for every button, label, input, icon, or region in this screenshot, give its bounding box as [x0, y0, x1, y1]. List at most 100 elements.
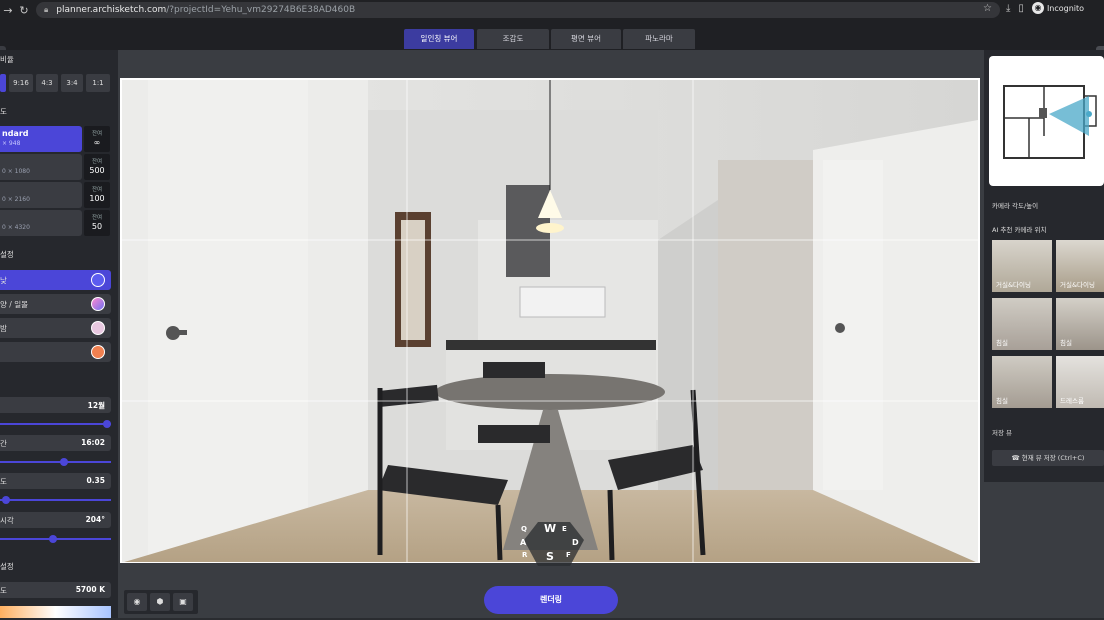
- value-label: 시각: [0, 516, 14, 525]
- light-preset-day[interactable]: 낮: [0, 270, 111, 290]
- light-preset-label: 양 / 일몰: [0, 300, 28, 309]
- camera-thumb-living-2[interactable]: 거실&다이닝: [1056, 240, 1104, 292]
- download-icon[interactable]: ⤓: [1006, 3, 1010, 14]
- thumb-label: 침실: [1060, 339, 1072, 347]
- light-color-swatch: [91, 273, 105, 287]
- ratio-option-3-4[interactable]: 3:4: [61, 74, 83, 92]
- tab-birdseye[interactable]: 조감도: [477, 29, 549, 49]
- light-preset-night[interactable]: 밤: [0, 318, 111, 338]
- key-w[interactable]: W: [544, 522, 556, 535]
- url-path: /?projectId=Yehu_vm29274B6E38AD460B: [166, 5, 356, 15]
- camera-angle-label: 카메라 각도/높이: [992, 202, 1039, 210]
- lighting-section-title: 설정: [0, 250, 14, 259]
- slider-knob[interactable]: [103, 420, 111, 428]
- resolution-standard[interactable]: ndard × 948: [0, 126, 82, 152]
- thumb-label: 침실: [996, 397, 1008, 405]
- temperature-gradient-slider[interactable]: [0, 606, 111, 618]
- bookmark-star-icon[interactable]: ☆: [983, 3, 992, 14]
- browser-toolbar: → ↻ 🔒︎ planner.archisketch.com/?projectI…: [0, 0, 1104, 20]
- backsplash-window: [519, 286, 606, 318]
- tab-plan[interactable]: 평면 뷰어: [551, 29, 621, 49]
- chair-back: [483, 362, 545, 378]
- camera-thumb-living-1[interactable]: 거실&다이닝: [992, 240, 1052, 292]
- incognito-badge[interactable]: ◉ Incognito: [1031, 2, 1085, 14]
- camera-thumb-bedroom-3[interactable]: 침실: [992, 356, 1052, 408]
- time-slider[interactable]: [0, 458, 111, 466]
- ratio-option-active[interactable]: [0, 74, 6, 92]
- door-handle-right: [835, 323, 845, 333]
- right-sidebar: 카메라 각도/높이 AI 추천 카메라 위치 거실&다이닝 거실&다이닝 침실 …: [984, 50, 1104, 618]
- remaining-label: 잔여: [91, 215, 103, 221]
- light-preset-label: 밤: [0, 324, 7, 333]
- light-color-swatch: [91, 321, 105, 335]
- resolution-fhd[interactable]: 0 × 1080: [0, 154, 82, 180]
- tab-first-person[interactable]: 일인칭 뷰어: [404, 29, 474, 49]
- key-q[interactable]: Q: [521, 525, 527, 533]
- thumb-label: 침실: [996, 339, 1008, 347]
- resolution-8k[interactable]: 0 × 4320: [0, 210, 82, 236]
- cube-icon[interactable]: ⬢: [150, 593, 170, 611]
- light-preset-warm[interactable]: [0, 342, 111, 362]
- key-f[interactable]: F: [566, 551, 571, 559]
- left-door: [148, 79, 308, 563]
- remaining-label: 잔여: [91, 159, 103, 165]
- key-s[interactable]: S: [546, 550, 554, 563]
- slider-knob[interactable]: [1, 496, 10, 504]
- remaining-count: 잔여 50: [84, 210, 110, 236]
- light-color-swatch: [91, 297, 105, 311]
- camera-thumb-bedroom-2[interactable]: 침실: [1056, 298, 1104, 350]
- chair: [478, 425, 550, 443]
- thumb-label: 드레스룸: [1060, 397, 1084, 405]
- temperature-value: 5700 K: [75, 585, 105, 594]
- angle-value-row: 시각 204°: [0, 512, 111, 528]
- camera-icon[interactable]: ▣: [173, 593, 193, 611]
- key-d[interactable]: D: [572, 538, 579, 547]
- movement-keypad[interactable]: Q W E A D R S F: [514, 518, 594, 570]
- time-value: 16:02: [81, 438, 105, 447]
- camera-thumb-dressroom[interactable]: 드레스룸: [1056, 356, 1104, 408]
- reload-icon[interactable]: ↻: [16, 4, 32, 17]
- color-section-title: 설정: [0, 562, 14, 571]
- resolution-size: 0 × 4320: [2, 224, 30, 231]
- light-preset-sunset[interactable]: 양 / 일몰: [0, 294, 111, 314]
- eye-icon[interactable]: ◉: [127, 593, 147, 611]
- save-current-view-button[interactable]: ☎ 현재 뷰 저장 (Ctrl+C): [992, 450, 1104, 466]
- incognito-label: Incognito: [1046, 3, 1085, 13]
- lock-icon: 🔒︎: [44, 5, 49, 14]
- app-topbar: 일인칭 뷰어 조감도 평면 뷰어 파노라마: [0, 20, 1104, 64]
- key-r[interactable]: R: [522, 551, 527, 559]
- month-value-row: 12월: [0, 397, 111, 413]
- key-a[interactable]: A: [520, 538, 526, 547]
- value-label: 간: [0, 439, 7, 448]
- forward-arrow-icon[interactable]: →: [0, 4, 16, 17]
- ratio-option-4-3[interactable]: 4:3: [36, 74, 58, 92]
- month-slider[interactable]: [0, 420, 111, 428]
- remaining-count: 잔여 100: [84, 182, 110, 208]
- sidepanel-icon[interactable]: ▯: [1018, 3, 1024, 14]
- resolution-size: 0 × 2160: [2, 196, 30, 203]
- intensity-value: 0.35: [86, 476, 105, 485]
- remaining-value: 500: [89, 166, 105, 175]
- remaining-value: 100: [89, 194, 105, 203]
- remaining-label: 잔여: [91, 131, 103, 137]
- render-button[interactable]: 렌더링: [484, 586, 618, 614]
- remaining-value: ∞: [93, 138, 101, 147]
- ratio-option-1-1[interactable]: 1:1: [86, 74, 110, 92]
- thumb-label: 거실&다이닝: [996, 281, 1031, 289]
- tab-panorama[interactable]: 파노라마: [623, 29, 695, 49]
- month-value: 12월: [87, 401, 105, 410]
- partition-wall: [718, 160, 813, 500]
- floor-plan-minimap[interactable]: [989, 56, 1104, 186]
- angle-slider[interactable]: [0, 535, 111, 543]
- saved-views-title: 저장 뷰: [992, 429, 1013, 437]
- ratio-option-9-16[interactable]: 9:16: [9, 74, 33, 92]
- right-door: [823, 160, 883, 490]
- resolution-name: ndard: [2, 129, 29, 138]
- key-e[interactable]: E: [562, 525, 567, 533]
- intensity-slider[interactable]: [0, 496, 111, 504]
- resolution-4k[interactable]: 0 × 2160: [0, 182, 82, 208]
- camera-thumb-bedroom-1[interactable]: 침실: [992, 298, 1052, 350]
- address-bar[interactable]: 🔒︎ planner.archisketch.com/?projectId=Ye…: [36, 2, 1000, 18]
- url-host: planner.archisketch.com: [56, 5, 167, 15]
- remaining-label: 잔여: [91, 187, 103, 193]
